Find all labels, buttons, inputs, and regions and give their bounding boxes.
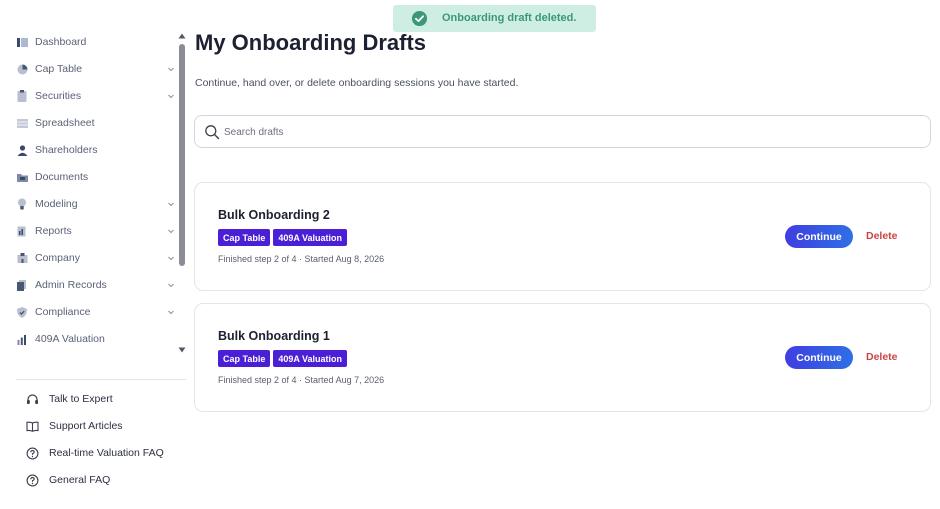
draft-title: Bulk Onboarding 1 [218, 329, 330, 343]
chevron-down-icon [168, 94, 174, 99]
tag-badge: Cap Table [218, 229, 271, 246]
sidebar-item-label: Securities [35, 90, 82, 102]
search-input[interactable] [224, 123, 914, 141]
help-label: Support Articles [49, 420, 123, 432]
help-label: General FAQ [49, 474, 111, 486]
sidebar-item-modeling[interactable]: Modeling [0, 192, 178, 216]
chevron-down-icon [168, 283, 174, 288]
sidebar-item-cap-table[interactable]: Cap Table [0, 57, 178, 81]
scroll-up-arrow-icon[interactable] [178, 32, 186, 40]
continue-button[interactable]: Continue [785, 225, 853, 248]
report-icon [16, 225, 28, 237]
delete-button[interactable]: Delete [866, 230, 898, 242]
support-articles-link[interactable]: Support Articles [26, 414, 123, 438]
scrollbar-thumb[interactable] [179, 44, 185, 266]
sidebar-item-securities[interactable]: Securities [0, 84, 178, 108]
sidebar-item-shareholders[interactable]: Shareholders [0, 138, 178, 162]
draft-title: Bulk Onboarding 2 [218, 208, 330, 222]
sidebar-item-label: Cap Table [35, 63, 83, 75]
draft-progress: Finished step 2 of 4 · Started Aug 7, 20… [218, 375, 385, 385]
sidebar-divider [16, 379, 186, 380]
draft-card: Bulk Onboarding 2 Cap Table 409A Valuati… [194, 182, 931, 291]
tag-badge: Cap Table [218, 350, 271, 367]
sidebar-item-label: Documents [35, 171, 89, 183]
draft-card: Bulk Onboarding 1 Cap Table 409A Valuati… [194, 303, 931, 412]
help-label: Talk to Expert [49, 393, 113, 405]
talk-to-expert-link[interactable]: Talk to Expert [26, 387, 113, 411]
realtime-valuation-faq-link[interactable]: Real-time Valuation FAQ [26, 441, 164, 465]
sidebar-item-admin-records[interactable]: Admin Records [0, 273, 178, 297]
chevron-down-icon [168, 67, 174, 72]
dashboard-icon [16, 36, 28, 48]
delete-button[interactable]: Delete [866, 351, 898, 363]
book-icon [26, 420, 39, 433]
headset-icon [26, 393, 39, 406]
sidebar-item-label: Company [35, 252, 80, 264]
chevron-down-icon [168, 256, 174, 261]
clipboard-icon [16, 90, 28, 102]
building-icon [16, 252, 28, 264]
folder-icon [16, 171, 28, 183]
sidebar-item-compliance[interactable]: Compliance [0, 300, 178, 324]
shield-check-icon [16, 306, 28, 318]
draft-progress: Finished step 2 of 4 · Started Aug 8, 20… [218, 254, 385, 264]
sidebar-item-409a-valuation[interactable]: 409A Valuation [0, 327, 178, 351]
success-toast: Onboarding draft deleted. [393, 5, 596, 32]
chevron-down-icon [168, 202, 174, 207]
continue-button[interactable]: Continue [785, 346, 853, 369]
lightbulb-icon [16, 198, 28, 210]
toast-message: Onboarding draft deleted. [442, 12, 577, 24]
search-icon [205, 125, 220, 140]
tag-badge: 409A Valuation [273, 350, 348, 367]
chevron-down-icon [168, 310, 174, 315]
sidebar-scrollbar[interactable] [178, 32, 186, 356]
person-icon [16, 144, 28, 156]
page-title: My Onboarding Drafts [195, 30, 427, 55]
scroll-down-arrow-icon[interactable] [178, 346, 186, 354]
general-faq-link[interactable]: General FAQ [26, 468, 110, 492]
sidebar: Dashboard Cap Table Securities Spreadshe… [0, 0, 190, 509]
pie-chart-icon [16, 63, 28, 75]
question-circle-icon [26, 474, 39, 487]
tag-badge: 409A Valuation [273, 229, 348, 246]
sidebar-item-label: Dashboard [35, 36, 87, 48]
sidebar-item-spreadsheet[interactable]: Spreadsheet [0, 111, 178, 135]
records-icon [16, 279, 28, 291]
sidebar-item-reports[interactable]: Reports [0, 219, 178, 243]
draft-tags: Cap Table 409A Valuation [218, 229, 348, 246]
search-box[interactable] [194, 115, 931, 148]
sidebar-item-label: Admin Records [35, 279, 107, 291]
help-label: Real-time Valuation FAQ [49, 447, 164, 459]
spreadsheet-icon [16, 117, 28, 129]
sidebar-item-label: Shareholders [35, 144, 98, 156]
sidebar-item-label: Modeling [35, 198, 78, 210]
chevron-down-icon [168, 229, 174, 234]
sidebar-item-label: 409A Valuation [35, 333, 105, 345]
question-circle-icon [26, 447, 39, 460]
draft-tags: Cap Table 409A Valuation [218, 350, 348, 367]
sidebar-item-label: Reports [35, 225, 72, 237]
sidebar-item-documents[interactable]: Documents [0, 165, 178, 189]
sidebar-item-label: Compliance [35, 306, 91, 318]
sidebar-item-company[interactable]: Company [0, 246, 178, 270]
sidebar-item-dashboard[interactable]: Dashboard [0, 30, 178, 54]
valuation-icon [16, 333, 28, 345]
check-circle-icon [411, 10, 428, 27]
sidebar-item-label: Spreadsheet [35, 117, 95, 129]
page-subtitle: Continue, hand over, or delete onboardin… [195, 77, 519, 89]
